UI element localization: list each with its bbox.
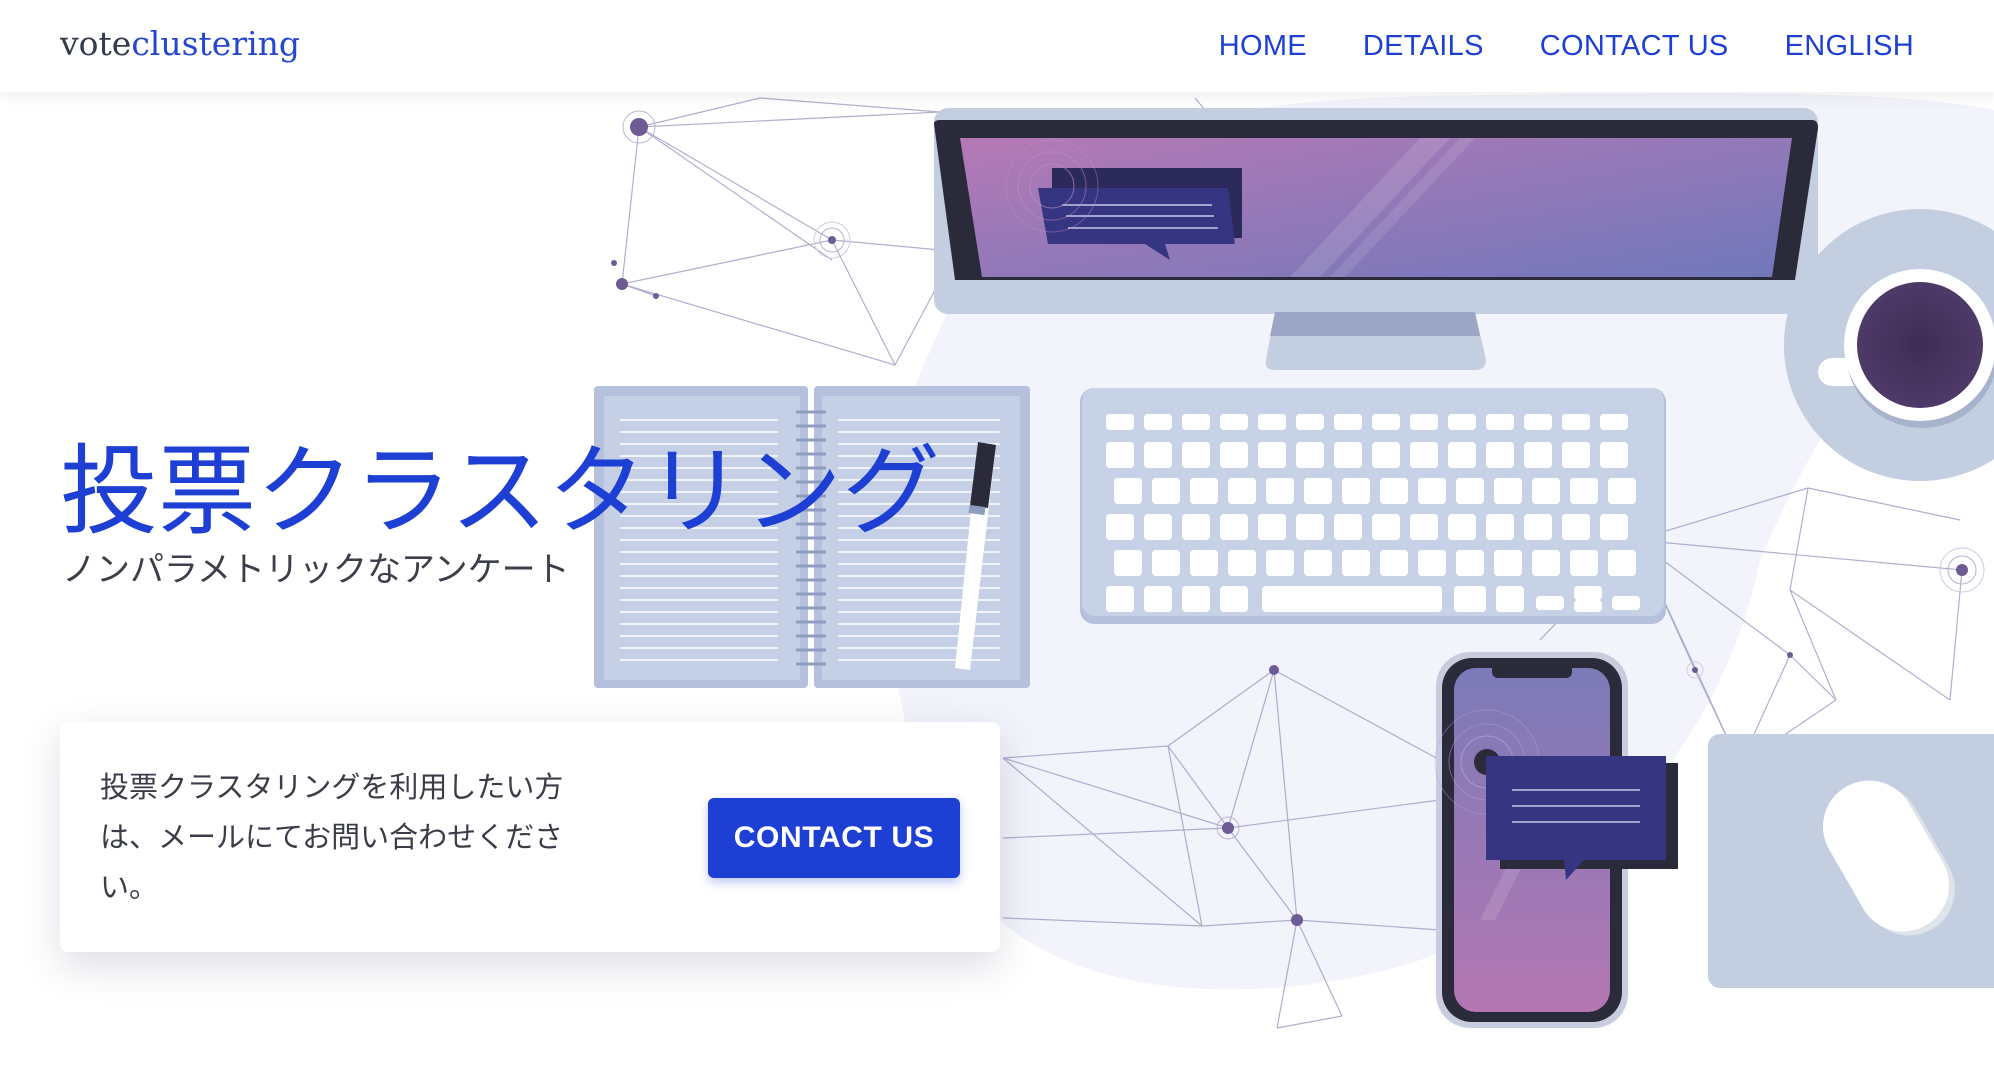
nav-english[interactable]: ENGLISH	[1785, 30, 1914, 63]
contact-card-message: 投票クラスタリングを利用したい方は、メールにてお問い合わせください。	[100, 770, 564, 904]
hero-title: 投票クラスタリング	[60, 435, 941, 549]
keyboard-illustration	[1080, 388, 1666, 624]
mouse-illustration	[1708, 734, 1994, 988]
logo-part-clustering: clustering	[131, 24, 301, 63]
hero-subtitle: ノンパラメトリックなアンケート	[62, 550, 570, 590]
nav-details[interactable]: DETAILS	[1363, 30, 1484, 63]
contact-us-button[interactable]: CONTACT US	[708, 798, 960, 878]
contact-card: 投票クラスタリングを利用したい方は、メールにてお問い合わせください。 CONTA…	[60, 722, 1000, 952]
site-logo[interactable]: voteclustering	[60, 24, 300, 63]
logo-part-vote: vote	[60, 24, 132, 63]
nav-contact-us[interactable]: CONTACT US	[1540, 30, 1729, 63]
hero-section: 投票クラスタリング ノンパラメトリックなアンケート 投票クラスタリングを利用した…	[0, 92, 1994, 1084]
navbar: voteclustering HOME DETAILS CONTACT US E…	[0, 0, 1994, 92]
main-nav: HOME DETAILS CONTACT US ENGLISH	[1219, 0, 1914, 92]
nav-home[interactable]: HOME	[1219, 30, 1307, 63]
